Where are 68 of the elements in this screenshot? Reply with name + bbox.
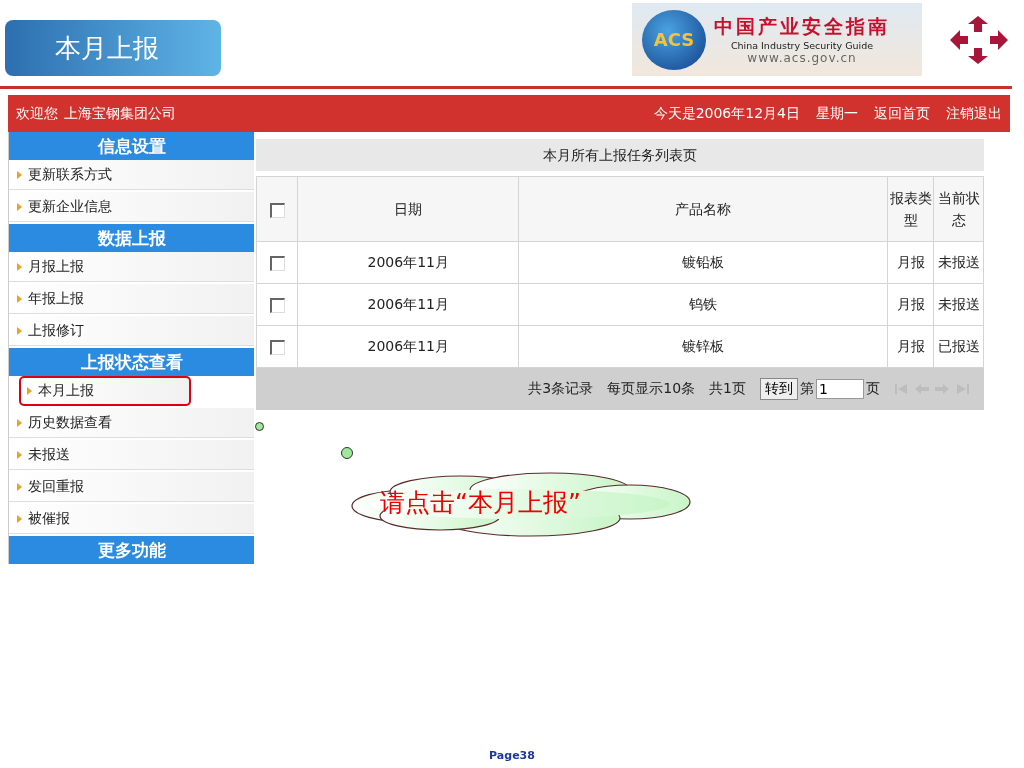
table-cell: 镀铅板 (682, 253, 725, 270)
sidebar-section-header[interactable]: 数据上报 (9, 224, 254, 252)
sidebar-section-header[interactable]: 更多功能 (9, 536, 254, 564)
table-cell: 钨铁 (689, 295, 718, 312)
table-cell: 2006年11月 (367, 295, 449, 312)
page-count: 共1页 (709, 380, 746, 398)
table-cell: 已报送 (937, 337, 980, 354)
page-number: Page38 (489, 749, 535, 762)
table-cell: 2006年11月 (367, 253, 449, 270)
sidebar-item[interactable]: 年报上报 (9, 284, 254, 314)
bullet-icon (17, 418, 22, 427)
bullet-icon (17, 326, 22, 335)
table-cell: 月报 (896, 253, 925, 270)
bullet-icon (17, 262, 22, 271)
table-cell: 月报 (896, 295, 925, 312)
sidebar-section-header[interactable]: 上报状态查看 (9, 348, 254, 376)
page-suffix: 页 (866, 380, 880, 398)
bullet-icon (17, 450, 22, 459)
company-name: 上海宝钢集团公司 (64, 104, 176, 123)
banner-title: 中国产业安全指南 (714, 14, 890, 39)
column-header: 当前状态 (937, 190, 980, 228)
sidebar-item[interactable]: 历史数据查看 (9, 408, 254, 438)
table-cell: 未报送 (937, 253, 980, 270)
record-count: 共3条记录 (528, 380, 594, 398)
callout-text: 请点击“本月上报” (380, 487, 581, 519)
banner-subtitle: China Industry Security Guide (730, 40, 874, 51)
page-prefix: 第 (800, 380, 814, 398)
goto-button[interactable]: 转到 (760, 378, 798, 400)
sidebar-item[interactable]: 本月上报 (19, 376, 191, 406)
bullet-icon (17, 294, 22, 303)
sidebar-section-header[interactable]: 信息设置 (9, 132, 254, 160)
globe-logo: ACS (642, 9, 706, 70)
column-header: 报表类型 (889, 190, 932, 228)
slide-title: 本月上报 (5, 20, 221, 76)
callout-bubble (255, 422, 264, 431)
callout-bubble (341, 447, 353, 459)
banner-url: www.acs.gov.cn (747, 51, 857, 65)
sidebar-item[interactable]: 更新联系方式 (9, 160, 254, 190)
sidebar-item[interactable]: 上报修订 (9, 316, 254, 346)
sidebar-item[interactable]: 更新企业信息 (9, 192, 254, 222)
page-input[interactable]: 1 (816, 379, 864, 399)
bullet-icon (17, 482, 22, 491)
welcome-text: 欢迎您 (16, 104, 58, 123)
bullet-icon (17, 514, 22, 523)
table-cell: 月报 (896, 337, 925, 354)
page-size: 每页显示10条 (607, 380, 696, 398)
header-link[interactable]: 注销退出 (946, 104, 1002, 123)
row-checkbox[interactable] (269, 297, 285, 313)
table-title: 本月所有上报任务列表页 (256, 139, 984, 171)
table-cell: 未报送 (937, 295, 980, 312)
column-header: 产品名称 (675, 201, 732, 217)
date-text: 今天是2006年12月4日 (653, 104, 800, 123)
row-checkbox[interactable] (269, 339, 285, 355)
column-header: 日期 (394, 201, 423, 217)
sidebar-item[interactable]: 发回重报 (9, 472, 254, 502)
bullet-icon (17, 170, 22, 179)
bullet-icon (27, 386, 32, 395)
bullet-icon (17, 202, 22, 211)
row-checkbox[interactable] (269, 255, 285, 271)
table-cell: 镀锌板 (682, 337, 725, 354)
arrows-logo-icon (948, 13, 1010, 66)
sidebar-item[interactable]: 未报送 (9, 440, 254, 470)
weekday-text: 星期一 (816, 104, 858, 123)
select-all-checkbox[interactable] (269, 202, 285, 218)
sidebar-item[interactable]: 月报上报 (9, 252, 254, 282)
sidebar-item[interactable]: 被催报 (9, 504, 254, 534)
header-link[interactable]: 返回首页 (874, 104, 930, 123)
table-cell: 2006年11月 (367, 337, 449, 354)
